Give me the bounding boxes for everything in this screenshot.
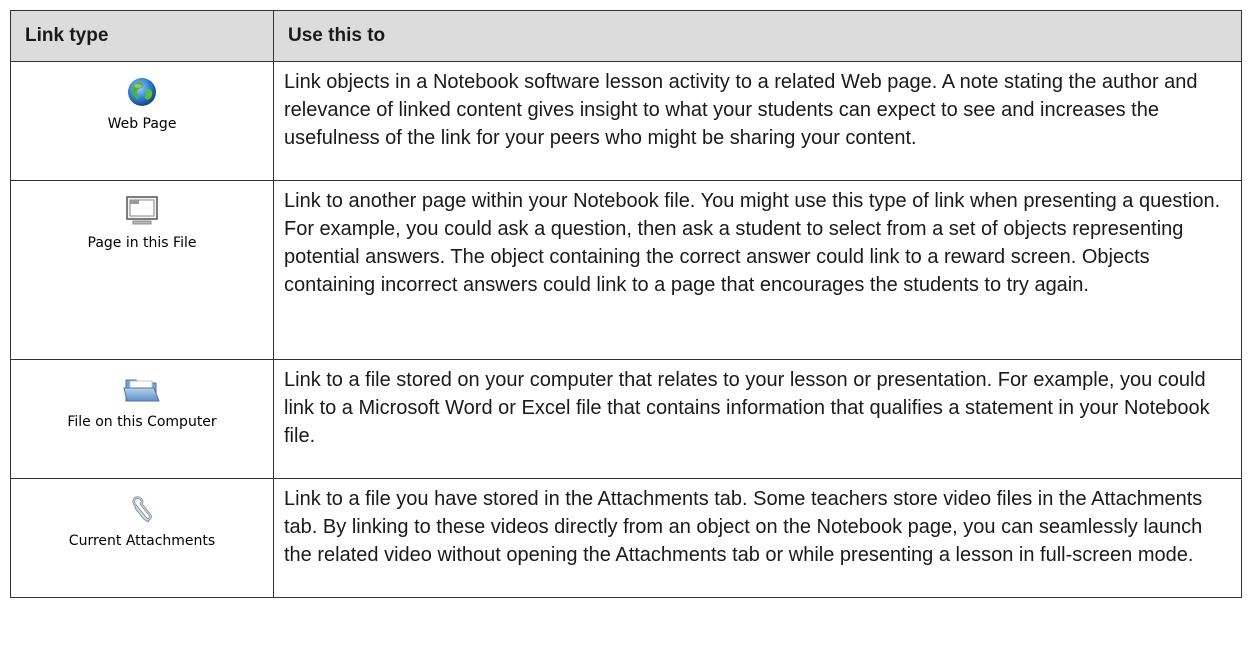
folder-icon xyxy=(123,379,160,402)
window-page-icon xyxy=(126,196,158,225)
header-link-type: Link type xyxy=(10,10,274,62)
link-type-label: File on this Computer xyxy=(67,414,217,430)
description-cell: Link to another page within your Noteboo… xyxy=(273,180,1242,360)
table-row: Web Page Link objects in a Notebook soft… xyxy=(10,61,1242,181)
table-row: File on this Computer Link to a file sto… xyxy=(10,359,1242,479)
paperclip-icon xyxy=(132,496,152,523)
description-cell: Link objects in a Notebook software less… xyxy=(273,61,1242,181)
table-row: Page in this File Link to another page w… xyxy=(10,180,1242,360)
table-header-row: Link type Use this to xyxy=(10,10,1242,62)
globe-icon xyxy=(128,78,156,106)
link-type-cell: Page in this File xyxy=(10,180,274,360)
link-type-label: Page in this File xyxy=(87,235,197,251)
link-type-label: Web Page xyxy=(107,116,177,132)
header-use-this-to: Use this to xyxy=(273,10,1242,62)
table-row: Current Attachments Link to a file you h… xyxy=(10,478,1242,598)
link-type-label: Current Attachments xyxy=(68,533,216,549)
link-type-cell: Current Attachments xyxy=(10,478,274,598)
link-types-table: Link type Use this to Web Page Link obje… xyxy=(10,10,1242,598)
link-type-cell: File on this Computer xyxy=(10,359,274,479)
description-cell: Link to a file stored on your computer t… xyxy=(273,359,1242,479)
description-cell: Link to a file you have stored in the At… xyxy=(273,478,1242,598)
link-type-cell: Web Page xyxy=(10,61,274,181)
